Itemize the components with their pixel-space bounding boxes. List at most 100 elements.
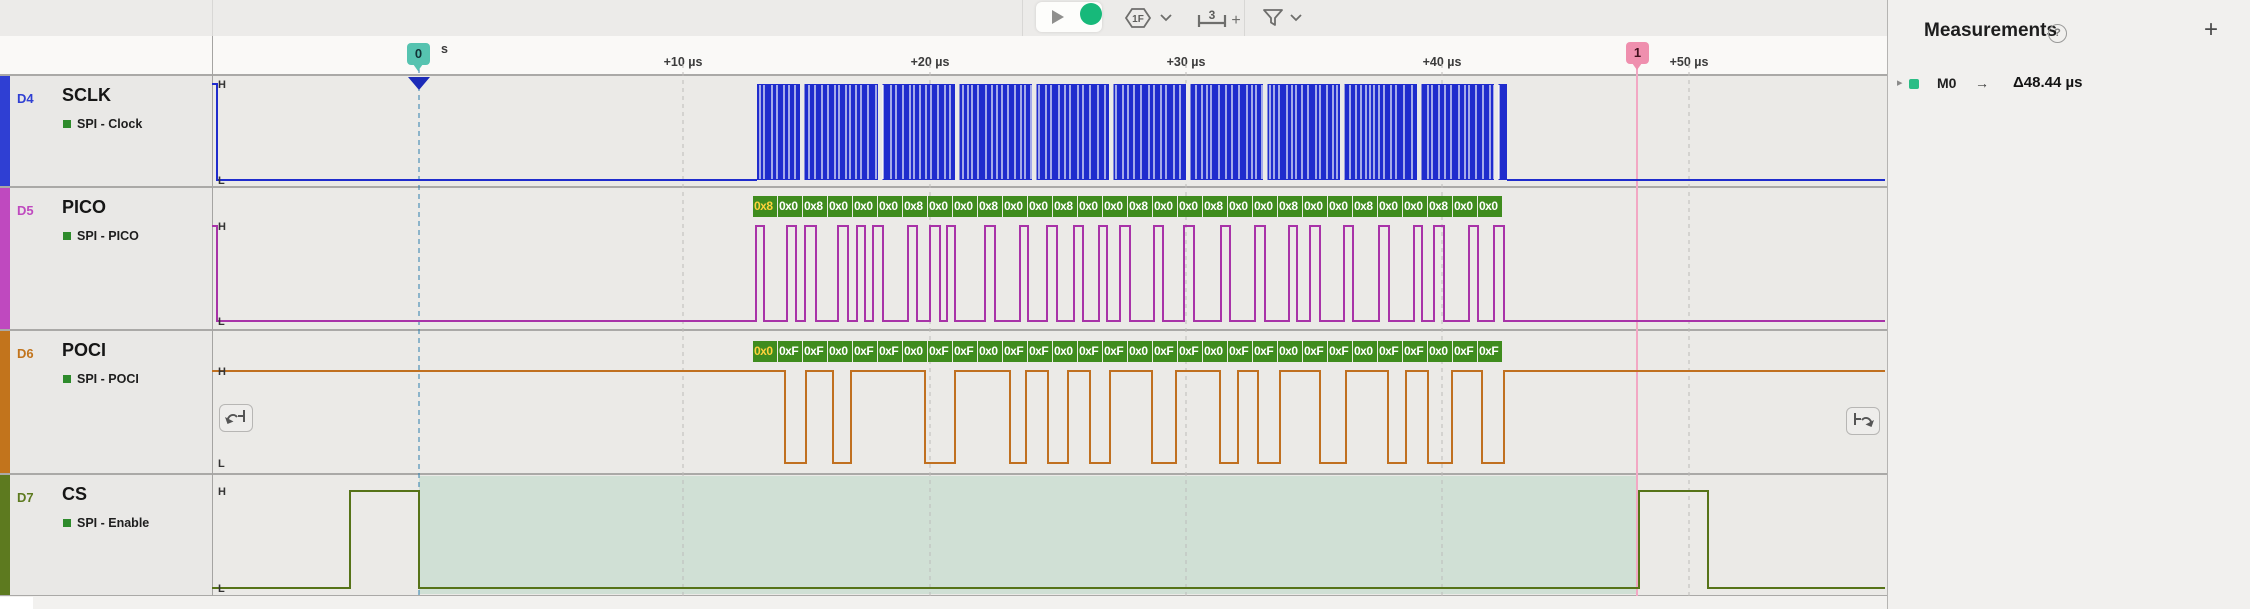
byte-annotation: 0x0 (1428, 341, 1452, 362)
chevron-down-icon[interactable] (1290, 14, 1302, 22)
channel-color-bar (0, 474, 10, 596)
byte-annotation: 0xF (1003, 341, 1027, 362)
byte-annotation: 0xF (1453, 341, 1477, 362)
jump-right-edge-icon (1847, 408, 1879, 432)
byte-annotation: 0x8 (1278, 196, 1302, 217)
byte-annotation: 0x8 (803, 196, 827, 217)
previous-transition-button[interactable] (219, 404, 253, 432)
channel-label-D4[interactable]: D4SCLKSPI - Clock (0, 75, 212, 187)
waveform-plot: HLHLHLHL (212, 36, 1887, 596)
poci-waveform (212, 371, 1885, 463)
byte-annotation: 0x0 (928, 196, 952, 217)
measurements-panel: Measurements ? + ▸ M0 → Δ48.44 µs (1887, 0, 2250, 609)
byte-annotation: 0x0 (1478, 196, 1502, 217)
byte-annotation: 0xF (1078, 341, 1102, 362)
byte-annotation: 0xF (853, 341, 877, 362)
analyzer-name: SPI - POCI (77, 372, 139, 386)
channel-id: D5 (17, 203, 34, 218)
sclk-gap (955, 83, 960, 181)
device-badge-icon[interactable]: 1F (1116, 6, 1160, 30)
sclk-gap (1494, 83, 1499, 181)
sclk-gap (1032, 83, 1037, 181)
play-button[interactable] (1050, 9, 1066, 25)
chevron-down-icon[interactable] (1160, 14, 1172, 22)
analyzer-name: SPI - Clock (77, 117, 142, 131)
toolbar-separator (1022, 0, 1023, 36)
byte-annotation: 0x0 (903, 341, 927, 362)
measurement-tool-button[interactable]: 3 + (1196, 7, 1244, 31)
measurements-title: Measurements (1924, 20, 2057, 42)
byte-annotation: 0x0 (1253, 196, 1277, 217)
sclk-gap (800, 83, 805, 181)
analyzer-tag: SPI - POCI (63, 372, 139, 386)
level-high-label: H (218, 79, 226, 91)
measurement-color-swatch (1909, 79, 1919, 89)
toolbar-separator (212, 0, 213, 36)
channel-name: POCI (62, 340, 106, 361)
analyzer-name: SPI - PICO (77, 229, 139, 243)
pico-waveform (212, 226, 1885, 321)
byte-annotation: 0xF (1403, 341, 1427, 362)
byte-annotation: 0x0 (853, 196, 877, 217)
sclk-waveform (212, 84, 757, 180)
channel-id: D6 (17, 346, 34, 361)
pico-byte-annotations: 0x80x00x80x00x00x00x80x00x00x80x00x00x80… (753, 196, 1503, 217)
byte-annotation: 0xF (778, 341, 802, 362)
byte-annotation: 0x0 (878, 196, 902, 217)
help-icon[interactable]: ? (2048, 24, 2067, 43)
sclk-gap (1263, 83, 1268, 181)
analyzer-dot-icon (63, 232, 71, 240)
filter-flag-icon[interactable] (1262, 8, 1284, 28)
capture-status-indicator[interactable] (1080, 3, 1102, 25)
level-low-label: L (218, 175, 225, 187)
channel-label-D6[interactable]: D6 POCI SPI - POCI (0, 330, 212, 474)
analyzer-dot-icon (63, 375, 71, 383)
next-transition-button[interactable] (1846, 407, 1880, 435)
byte-annotation: 0x0 (953, 196, 977, 217)
svg-text:1F: 1F (1132, 14, 1144, 25)
byte-annotation: 0x8 (903, 196, 927, 217)
channel-name: PICO (62, 197, 106, 218)
analyzer-tag: SPI - PICO (63, 229, 139, 243)
byte-annotation: 0x0 (1278, 341, 1302, 362)
analyzer-dot-icon (63, 120, 71, 128)
byte-annotation: 0xF (803, 341, 827, 362)
level-low-label: L (218, 316, 225, 328)
byte-annotation: 0x8 (978, 196, 1002, 217)
add-measurement-button[interactable]: + (2204, 16, 2218, 44)
byte-annotation: 0x0 (1028, 196, 1052, 217)
expand-caret-icon[interactable]: ▸ (1897, 76, 1903, 89)
bottom-left-corner (0, 597, 33, 609)
byte-annotation: 0xF (1253, 341, 1277, 362)
arrow-right-icon: → (1975, 75, 1989, 91)
bottom-strip (0, 596, 1887, 609)
byte-annotation: 0x0 (1403, 196, 1427, 217)
level-low-label: L (218, 458, 225, 470)
channel-id: D7 (17, 490, 34, 505)
level-low-label: L (218, 583, 225, 595)
byte-annotation: 0x0 (1203, 341, 1227, 362)
channel-label-D7[interactable]: D7CSSPI - Enable (0, 474, 212, 596)
byte-annotation: 0x0 (1303, 196, 1327, 217)
timing-marker-1-flag[interactable]: 1 (1626, 42, 1649, 64)
byte-annotation: 0x0 (828, 341, 852, 362)
byte-annotation: 0x0 (778, 196, 802, 217)
byte-annotation: 0xF (1228, 341, 1252, 362)
byte-annotation: 0xF (1378, 341, 1402, 362)
svg-text:+: + (1231, 12, 1240, 29)
byte-annotation: 0x0 (1178, 196, 1202, 217)
byte-annotation: 0xF (1178, 341, 1202, 362)
timing-marker-1-label: 1 (1634, 45, 1641, 60)
byte-annotation: 0x0 (753, 341, 777, 362)
cs-active-region (419, 476, 1637, 594)
byte-annotation: 0x0 (978, 341, 1002, 362)
byte-annotation: 0x0 (1353, 341, 1377, 362)
timing-marker-0-flag[interactable]: 0 (407, 43, 430, 65)
measurement-value: Δ48.44 µs (2013, 74, 2082, 91)
byte-annotation: 0xF (1328, 341, 1352, 362)
sclk-clock-burst (757, 84, 1507, 180)
channel-label-D5[interactable]: D5 PICO SPI - PICO (0, 187, 212, 330)
byte-annotation: 0x8 (1353, 196, 1377, 217)
sclk-gap (1340, 83, 1345, 181)
channel-name: SCLK (62, 85, 111, 106)
